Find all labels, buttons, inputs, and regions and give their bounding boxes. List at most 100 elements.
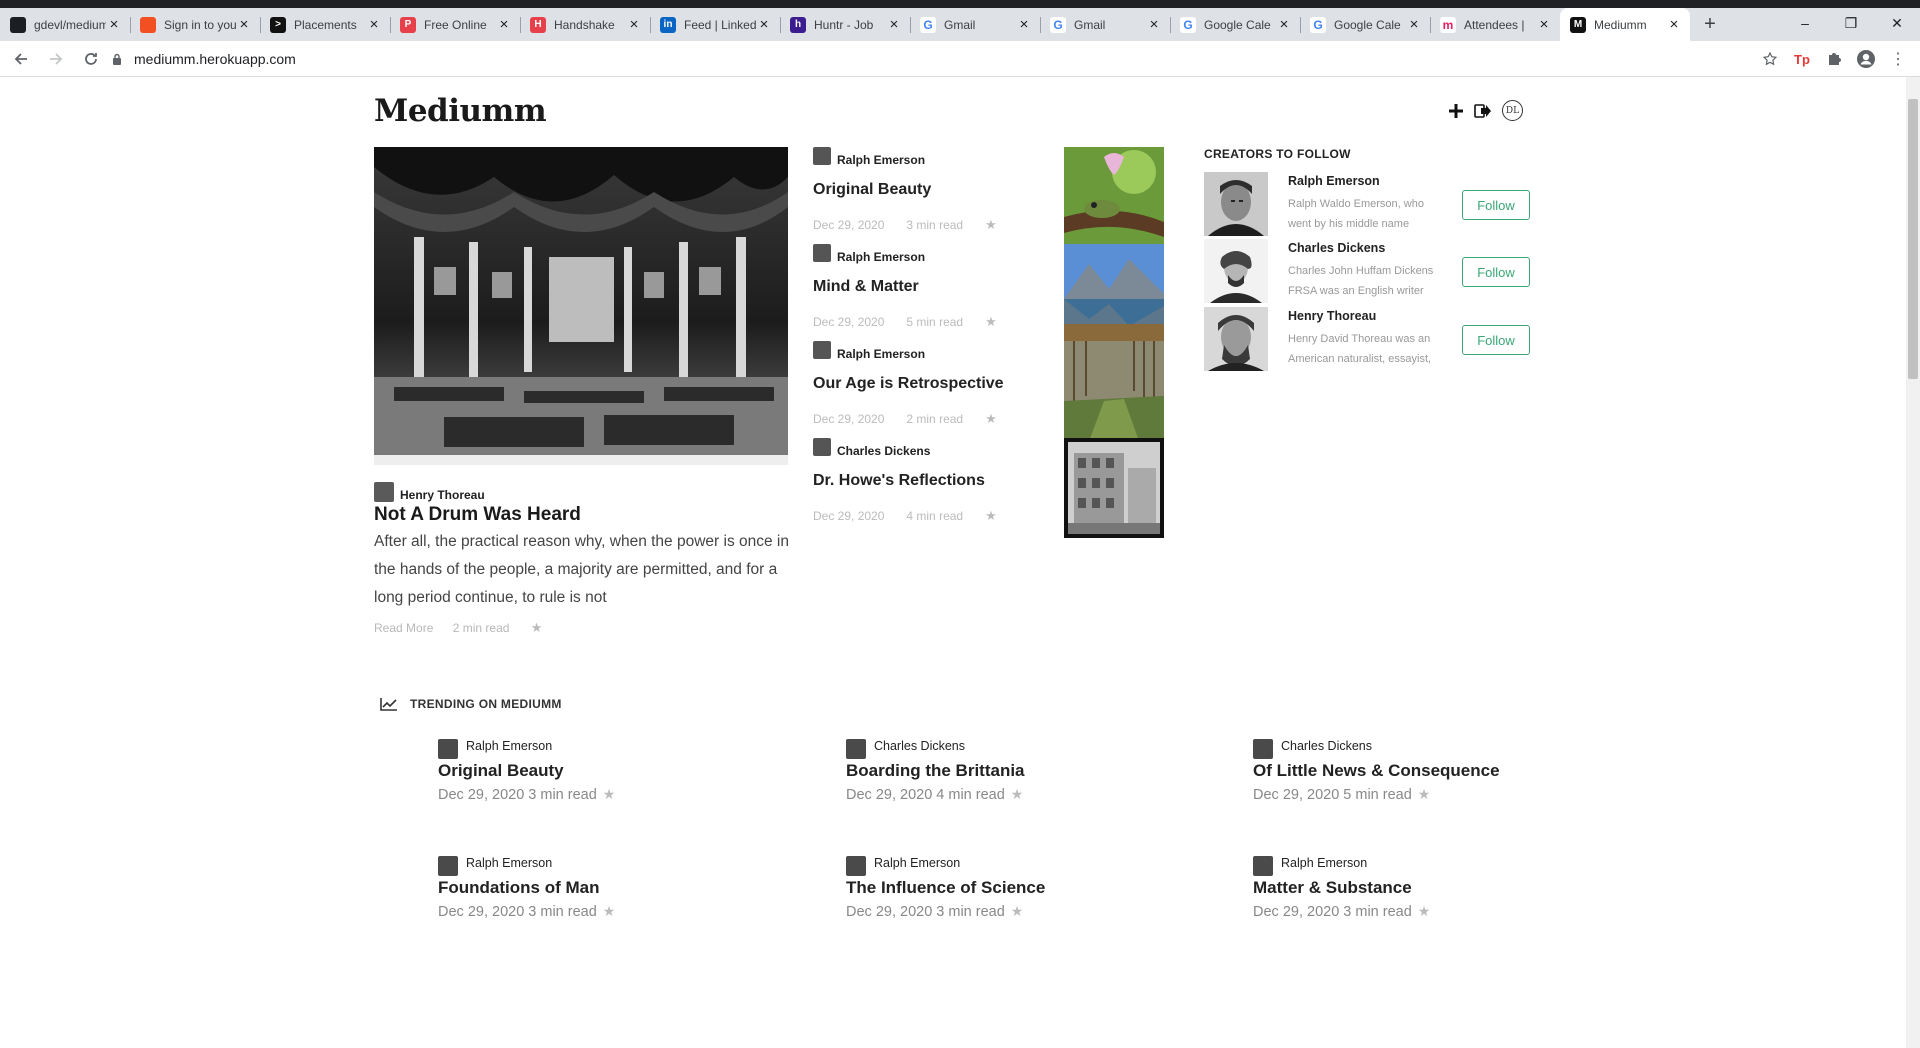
close-window-icon[interactable]: ✕: [1874, 8, 1920, 38]
scrollbar[interactable]: [1906, 77, 1920, 1048]
article-author[interactable]: Ralph Emerson: [466, 856, 552, 870]
window-controls: – ❐ ✕: [1782, 8, 1920, 38]
creator-name[interactable]: Henry Thoreau: [1288, 309, 1376, 323]
new-story-plus-icon[interactable]: [1448, 103, 1464, 119]
article-author[interactable]: Ralph Emerson: [837, 153, 925, 167]
restore-icon[interactable]: ❐: [1828, 8, 1874, 38]
close-tab-icon[interactable]: ×: [496, 16, 512, 33]
follow-button[interactable]: Follow: [1462, 325, 1530, 355]
browser-tab[interactable]: gdevl/medium ×: [0, 8, 130, 41]
article-author[interactable]: Ralph Emerson: [874, 856, 960, 870]
follow-button[interactable]: Follow: [1462, 190, 1530, 220]
close-tab-icon[interactable]: ×: [366, 16, 382, 33]
bookmark-star-icon[interactable]: ★: [1418, 903, 1431, 919]
bookmark-star-icon[interactable]: ★: [603, 786, 616, 802]
creator-name[interactable]: Ralph Emerson: [1288, 174, 1380, 188]
article-title[interactable]: Matter & Substance: [1253, 878, 1633, 898]
bookmark-star-icon[interactable]: ★: [1418, 786, 1431, 802]
scrollbar-thumb[interactable]: [1908, 99, 1918, 379]
trending-article[interactable]: Ralph Emerson Matter & Substance Dec 29, 2…: [1253, 856, 1633, 920]
bookmark-star-icon[interactable]: ★: [985, 217, 997, 233]
sign-out-icon[interactable]: [1474, 103, 1492, 119]
browser-tab[interactable]: G Gmail ×: [1040, 8, 1170, 41]
article-author[interactable]: Ralph Emerson: [837, 250, 925, 264]
browser-tab[interactable]: M Mediumm ×: [1560, 8, 1690, 41]
article-title[interactable]: The Influence of Science: [846, 878, 1226, 898]
browser-tab[interactable]: Sign in to your ×: [130, 8, 260, 41]
bookmark-star-icon[interactable]: [1758, 45, 1782, 73]
site-logo[interactable]: Mediumm: [374, 93, 547, 129]
new-tab-button[interactable]: +: [1696, 11, 1724, 39]
bookmark-star-icon[interactable]: ★: [1011, 903, 1024, 919]
article-author[interactable]: Charles Dickens: [837, 444, 930, 458]
back-arrow-icon[interactable]: [7, 45, 35, 73]
article-thumbnail[interactable]: [1064, 341, 1164, 441]
bookmark-star-icon[interactable]: ★: [985, 314, 997, 330]
article-author[interactable]: Charles Dickens: [874, 739, 965, 753]
creator-name[interactable]: Charles Dickens: [1288, 241, 1385, 255]
browser-tab[interactable]: P Free Online ×: [390, 8, 520, 41]
browser-tab[interactable]: G Google Cale ×: [1170, 8, 1300, 41]
creator-row: Ralph Emerson Ralph Waldo Emerson, who we…: [1204, 172, 1534, 242]
bookmark-star-icon[interactable]: ★: [985, 508, 997, 524]
creator-photo[interactable]: [1204, 172, 1268, 236]
trending-article[interactable]: Ralph Emerson Original Beauty Dec 29, 2020…: [438, 739, 818, 803]
close-tab-icon[interactable]: ×: [1406, 16, 1422, 33]
article-title[interactable]: Original Beauty: [438, 761, 818, 781]
close-tab-icon[interactable]: ×: [1016, 16, 1032, 33]
article-read-time: 2 min read: [906, 412, 964, 427]
article-thumbnail[interactable]: [1064, 438, 1164, 538]
extension-tp-icon[interactable]: Tp: [1790, 45, 1814, 73]
forward-arrow-icon[interactable]: [42, 45, 70, 73]
browser-tab[interactable]: m Attendees | ×: [1430, 8, 1560, 41]
article-title[interactable]: Of Little News & Consequence: [1253, 761, 1633, 781]
close-tab-icon[interactable]: ×: [106, 16, 122, 33]
bookmark-star-icon[interactable]: ★: [603, 903, 616, 919]
bookmark-star-icon[interactable]: ★: [531, 620, 543, 635]
browser-tab[interactable]: > Placements ×: [260, 8, 390, 41]
browser-tab[interactable]: h Huntr - Job ×: [780, 8, 910, 41]
article-author[interactable]: Ralph Emerson: [466, 739, 552, 753]
bookmark-star-icon[interactable]: ★: [1011, 786, 1024, 802]
creator-photo[interactable]: [1204, 239, 1268, 303]
article-author[interactable]: Ralph Emerson: [837, 347, 925, 361]
close-tab-icon[interactable]: ×: [626, 16, 642, 33]
close-tab-icon[interactable]: ×: [1536, 16, 1552, 33]
hero-author[interactable]: Henry Thoreau: [400, 488, 485, 502]
address-bar[interactable]: mediumm.herokuapp.com: [112, 47, 296, 71]
close-tab-icon[interactable]: ×: [236, 16, 252, 33]
follow-button[interactable]: Follow: [1462, 257, 1530, 287]
hero-title[interactable]: Not A Drum Was Heard: [374, 504, 794, 526]
trending-article[interactable]: Charles Dickens Boarding the Brittania Dec…: [846, 739, 1226, 803]
close-tab-icon[interactable]: ×: [886, 16, 902, 33]
close-tab-icon[interactable]: ×: [756, 16, 772, 33]
article-byline: Ralph Emerson: [438, 739, 818, 759]
reload-icon[interactable]: [77, 45, 105, 73]
article-thumbnail[interactable]: [1064, 147, 1164, 247]
close-tab-icon[interactable]: ×: [1666, 16, 1682, 33]
menu-kebab-icon[interactable]: ⋮: [1886, 45, 1910, 73]
article-author[interactable]: Ralph Emerson: [1281, 856, 1367, 870]
browser-tab[interactable]: G Gmail ×: [910, 8, 1040, 41]
article-title[interactable]: Boarding the Brittania: [846, 761, 1226, 781]
minimize-icon[interactable]: –: [1782, 8, 1828, 38]
trending-article[interactable]: Charles Dickens Of Little News & Conseque…: [1253, 739, 1633, 803]
user-avatar[interactable]: DL: [1502, 100, 1523, 121]
close-tab-icon[interactable]: ×: [1146, 16, 1162, 33]
trending-article[interactable]: Ralph Emerson Foundations of Man Dec 29, 2…: [438, 856, 818, 920]
article-title[interactable]: Foundations of Man: [438, 878, 818, 898]
extensions-puzzle-icon[interactable]: [1822, 45, 1846, 73]
trending-article[interactable]: Ralph Emerson The Influence of Science Dec…: [846, 856, 1226, 920]
browser-tab[interactable]: H Handshake ×: [520, 8, 650, 41]
article-author[interactable]: Charles Dickens: [1281, 739, 1372, 753]
article-thumbnail[interactable]: [1064, 244, 1164, 344]
read-more-link[interactable]: Read More: [374, 621, 433, 635]
hero-image[interactable]: [374, 147, 788, 465]
creator-photo[interactable]: [1204, 307, 1268, 371]
browser-tab[interactable]: in Feed | LinkedIn×: [650, 8, 780, 41]
window-top-strip: [0, 0, 1920, 8]
close-tab-icon[interactable]: ×: [1276, 16, 1292, 33]
browser-tab[interactable]: G Google Cale ×: [1300, 8, 1430, 41]
profile-icon[interactable]: [1854, 45, 1878, 73]
bookmark-star-icon[interactable]: ★: [985, 411, 997, 427]
